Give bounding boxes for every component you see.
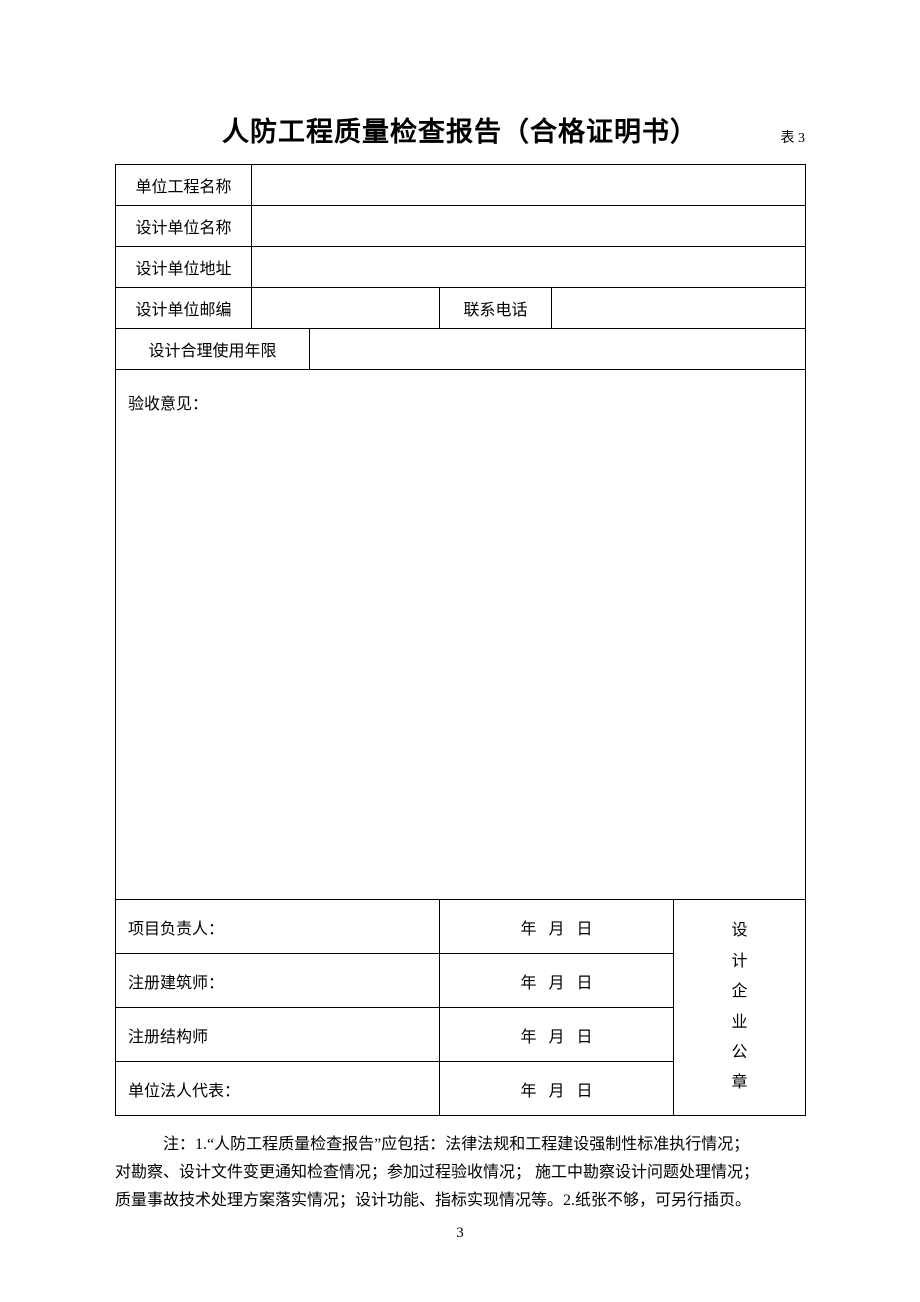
legal-rep-date: 年月日 — [440, 1062, 674, 1116]
unit-project-name-label: 单位工程名称 — [116, 165, 252, 206]
design-unit-addr-value — [252, 247, 806, 288]
design-company-stamp: 设 计 企 业 公 章 — [674, 900, 806, 1116]
design-unit-name-value — [252, 206, 806, 247]
page-title: 人防工程质量检查报告（合格证明书） — [115, 110, 805, 149]
reg-architect-date: 年月日 — [440, 954, 674, 1008]
table-number: 表 3 — [781, 127, 806, 147]
design-unit-name-label: 设计单位名称 — [116, 206, 252, 247]
unit-project-name-value — [252, 165, 806, 206]
contact-phone-value — [552, 288, 806, 329]
project-lead-label: 项目负责人： — [116, 900, 440, 954]
design-unit-addr-label: 设计单位地址 — [116, 247, 252, 288]
design-unit-zip-label: 设计单位邮编 — [116, 288, 252, 329]
note-text: 注：1.“人防工程质量检查报告”应包括：法律法规和工程建设强制性标准执行情况； … — [115, 1131, 805, 1215]
design-life-value — [310, 329, 806, 370]
reg-structural-label: 注册结构师 — [116, 1008, 440, 1062]
page-number: 3 — [0, 1225, 920, 1242]
acceptance-opinion: 验收意见： — [116, 370, 806, 900]
reg-structural-date: 年月日 — [440, 1008, 674, 1062]
design-unit-zip-value — [252, 288, 440, 329]
form-table: 单位工程名称 设计单位名称 设计单位地址 设计单位邮编 联系电话 设计合理使用年… — [115, 164, 806, 1116]
acceptance-opinion-label: 验收意见： — [128, 396, 208, 413]
design-life-label: 设计合理使用年限 — [116, 329, 310, 370]
project-lead-date: 年月日 — [440, 900, 674, 954]
legal-rep-label: 单位法人代表： — [116, 1062, 440, 1116]
contact-phone-label: 联系电话 — [440, 288, 552, 329]
reg-architect-label: 注册建筑师： — [116, 954, 440, 1008]
